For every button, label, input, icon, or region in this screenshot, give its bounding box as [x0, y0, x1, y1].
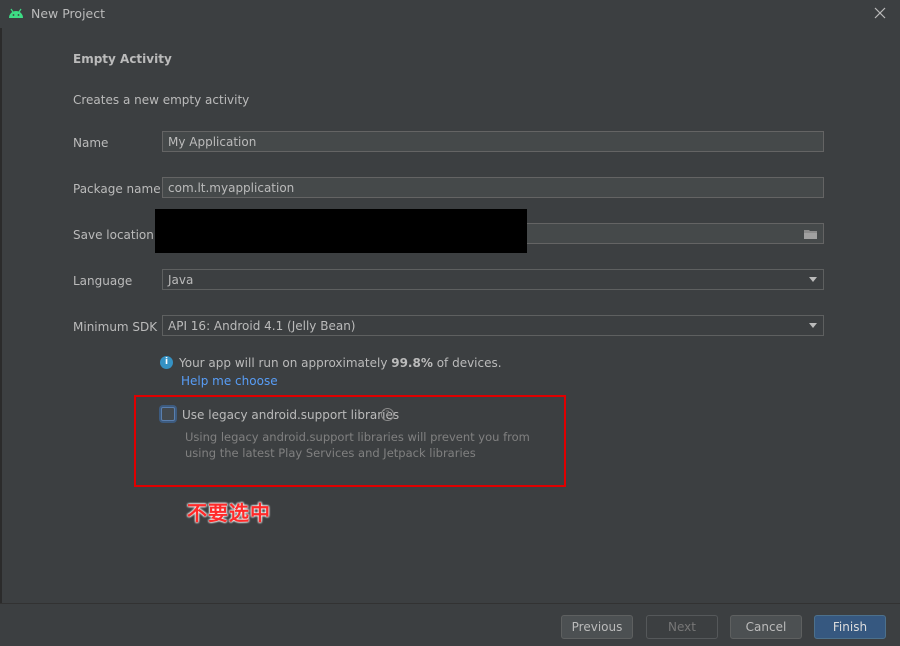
android-icon [9, 8, 23, 18]
finish-button[interactable]: Finish [814, 615, 886, 639]
name-field[interactable]: My Application [162, 131, 824, 152]
help-me-choose-link[interactable]: Help me choose [181, 374, 278, 388]
minimum-sdk-value: API 16: Android 4.1 (Jelly Bean) [168, 319, 356, 333]
template-description: Creates a new empty activity [73, 93, 250, 107]
window-title: New Project [31, 6, 106, 21]
legacy-support-description: Using legacy android.support libraries w… [185, 430, 530, 460]
package-name-label: Package name [73, 182, 161, 196]
chevron-down-icon [809, 277, 817, 282]
title-bar: New Project [0, 0, 900, 28]
redacted-area [155, 209, 527, 253]
package-name-value: com.lt.myapplication [168, 181, 295, 195]
minimum-sdk-dropdown[interactable]: API 16: Android 4.1 (Jelly Bean) [162, 315, 824, 336]
device-coverage-text: Your app will run on approximately 99.8%… [179, 356, 502, 370]
next-button[interactable]: Next [646, 615, 718, 639]
window-edge [0, 28, 2, 603]
template-heading: Empty Activity [73, 52, 172, 66]
info-icon: i [160, 356, 173, 369]
cancel-button[interactable]: Cancel [730, 615, 802, 639]
annotation-text: 不要选中 [187, 501, 271, 525]
close-icon[interactable] [872, 5, 888, 21]
package-name-field[interactable]: com.lt.myapplication [162, 177, 824, 198]
language-dropdown[interactable]: Java [162, 269, 824, 290]
coverage-percent: 99.8% [391, 356, 433, 370]
name-value: My Application [168, 135, 257, 149]
legacy-support-checkbox[interactable] [161, 407, 175, 421]
language-label: Language [73, 274, 133, 288]
chevron-down-icon [809, 323, 817, 328]
dialog-footer: Previous Next Cancel Finish [0, 603, 900, 646]
previous-button[interactable]: Previous [561, 615, 633, 639]
folder-icon[interactable] [803, 228, 818, 240]
language-value: Java [168, 273, 194, 287]
name-label: Name [73, 136, 109, 150]
legacy-support-label[interactable]: Use legacy android.support libraries [182, 408, 399, 422]
save-location-label: Save location [73, 228, 154, 242]
help-icon[interactable]: ? [381, 408, 394, 421]
minimum-sdk-label: Minimum SDK [73, 320, 158, 334]
